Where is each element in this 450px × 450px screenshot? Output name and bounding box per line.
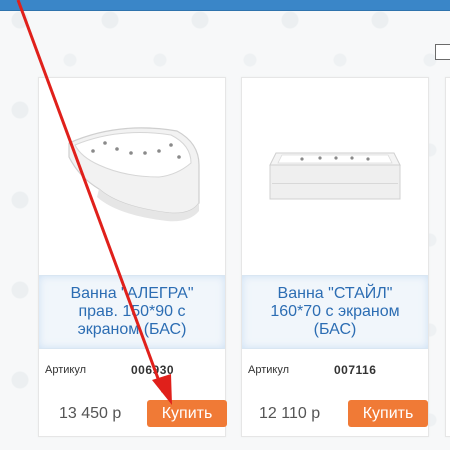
- article-label: Артикул: [45, 364, 87, 376]
- buy-button[interactable]: Купить: [147, 400, 227, 427]
- checkbox[interactable]: [435, 44, 450, 60]
- product-card: Ванна "СТАЙЛ" 160*70 с экраном (БАС) Арт…: [241, 77, 429, 437]
- product-price: 13 450 р: [59, 405, 122, 422]
- buy-button[interactable]: Купить: [348, 400, 428, 427]
- product-title-box: Ванна "СТАЙЛ" 160*70 с экраном (БАС): [242, 275, 428, 349]
- header-bar: [0, 0, 450, 11]
- product-price: 12 110 р: [259, 405, 321, 422]
- product-title[interactable]: Ванна "СТАЙЛ" 160*70 с экраном (БАС): [255, 285, 415, 339]
- article-row: Артикул 007116: [248, 362, 422, 378]
- product-title-box: Ванна "АЛЕГРА" прав. 150*90 с экраном (Б…: [39, 275, 225, 349]
- product-card-partial: [445, 77, 450, 437]
- product-image-rectangular-bathtub[interactable]: [262, 103, 408, 233]
- article-code: 007116: [334, 363, 377, 377]
- product-card: Ванна "АЛЕГРА" прав. 150*90 с экраном (Б…: [38, 77, 227, 437]
- product-title[interactable]: Ванна "АЛЕГРА" прав. 150*90 с экраном (Б…: [52, 285, 212, 339]
- article-code: 006930: [131, 363, 175, 377]
- article-row: Артикул 006930: [45, 362, 219, 378]
- article-label: Артикул: [248, 364, 290, 376]
- product-image-corner-bathtub[interactable]: [59, 103, 205, 233]
